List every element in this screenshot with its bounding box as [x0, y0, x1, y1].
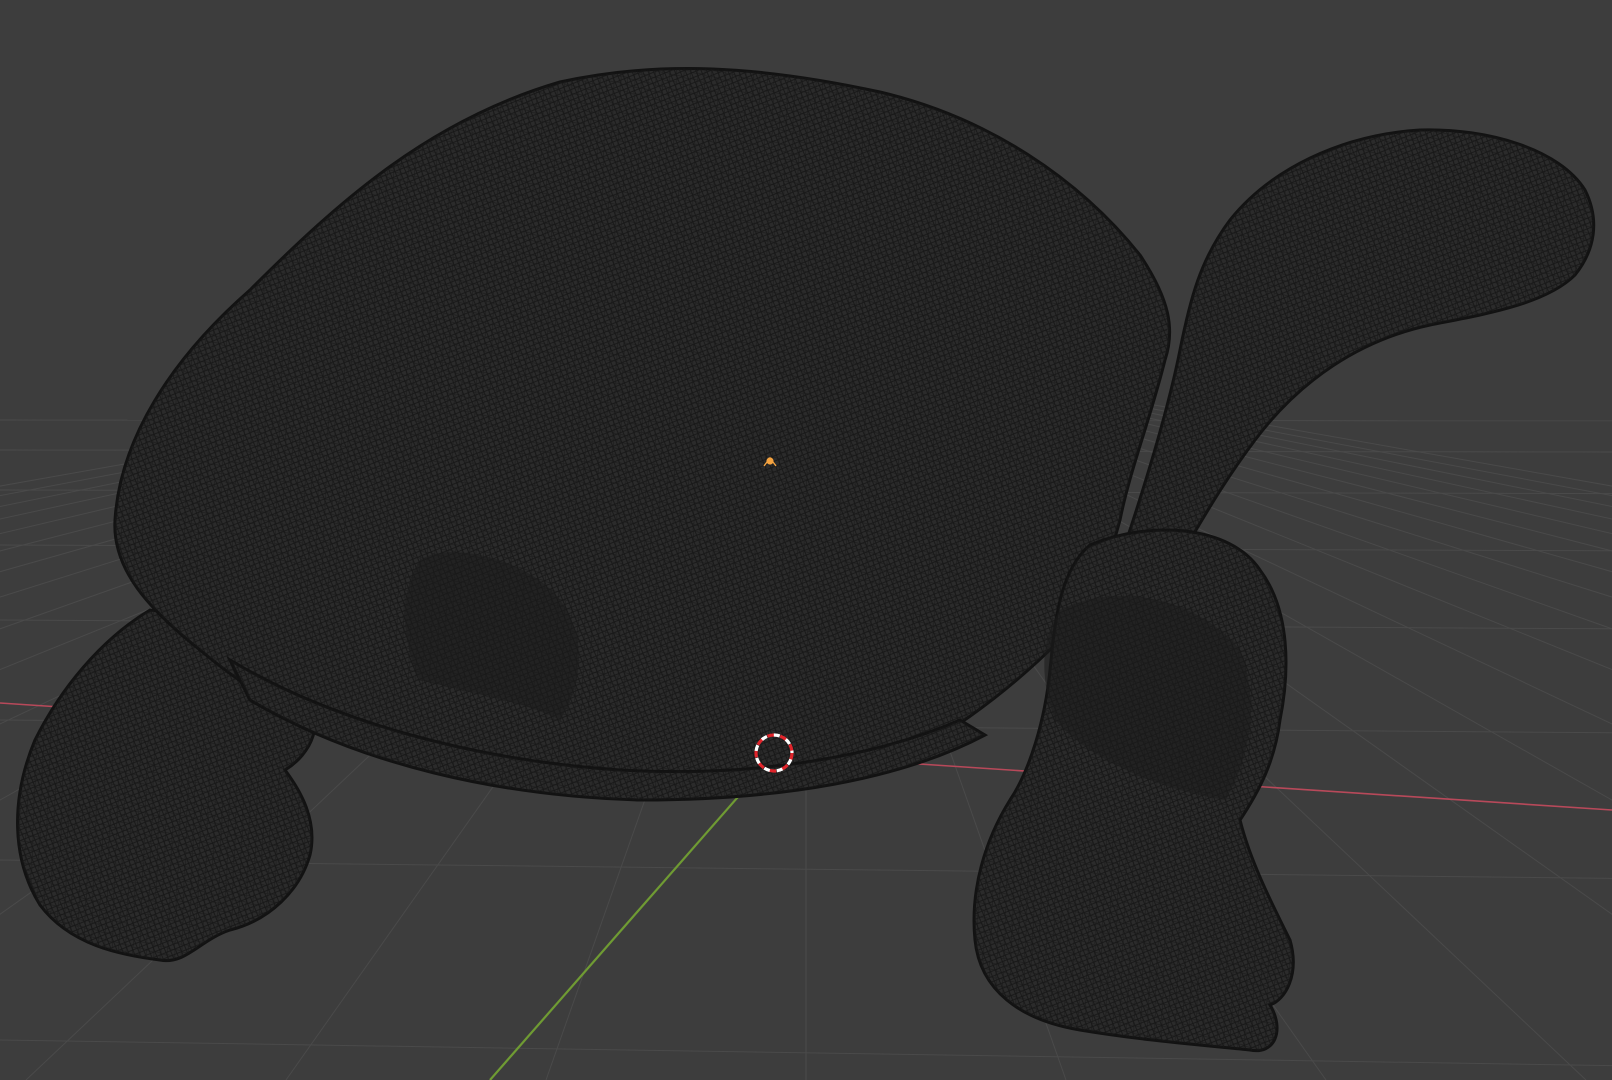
- viewport-canvas[interactable]: [0, 0, 1612, 1080]
- 3d-viewport[interactable]: [0, 0, 1612, 1080]
